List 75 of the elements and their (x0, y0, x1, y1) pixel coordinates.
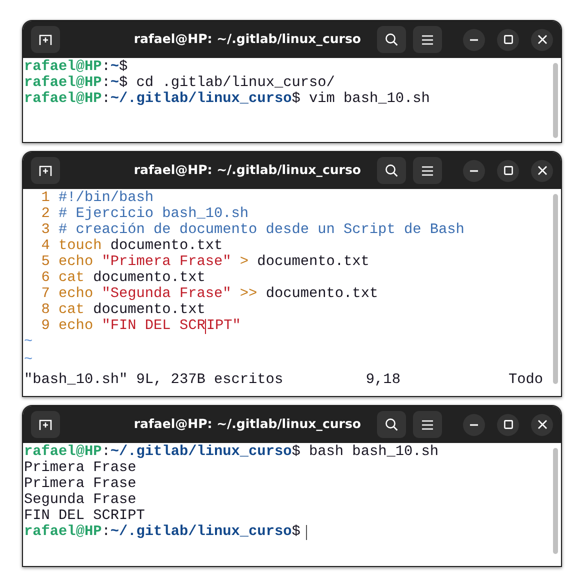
maximize-icon (504, 420, 512, 429)
close-button[interactable] (531, 160, 553, 182)
menu-icon (422, 420, 433, 430)
prompt-line: rafael@HP:~/.gitlab/linux_curso$ bash bash_10.sh (24, 444, 440, 460)
line-number: 6 (40, 270, 50, 286)
line-number: 2 (40, 206, 50, 222)
scrollbar[interactable] (553, 63, 558, 138)
minimize-button[interactable] (463, 160, 485, 182)
maximize-icon (504, 35, 512, 44)
close-icon (538, 35, 546, 44)
prompt-line: rafael@HP:~$ (24, 59, 129, 75)
code-line: # creación de documento desde un Script de Bash (58, 222, 464, 238)
empty-line-marker: ~ (24, 334, 33, 350)
search-icon (385, 418, 398, 431)
search-button[interactable] (377, 157, 406, 184)
new-tab-button[interactable] (31, 411, 60, 438)
code-line: cat documento.txt (58, 270, 206, 286)
window-title: rafael@HP: ~/.gitlab/linux_curso (134, 30, 361, 48)
maximize-icon (504, 166, 512, 175)
new-tab-icon (39, 34, 52, 46)
menu-button[interactable] (413, 157, 442, 184)
search-icon (385, 33, 398, 46)
close-button[interactable] (531, 414, 553, 436)
minimize-button[interactable] (463, 414, 485, 436)
new-tab-button[interactable] (31, 26, 60, 53)
menu-icon (422, 34, 433, 44)
maximize-button[interactable] (497, 28, 519, 50)
code-line: #!/bin/bash (58, 190, 154, 206)
code-line: cat documento.txt (58, 302, 206, 318)
code-line: touch documento.txt (58, 238, 223, 254)
close-icon (538, 420, 546, 429)
menu-button[interactable] (413, 411, 442, 438)
line-number: 8 (40, 302, 50, 318)
code-line: # Ejercicio bash_10.sh (58, 206, 249, 222)
code-line: echo "Segunda Frase" >> documento.txt (58, 286, 378, 302)
code-line: echo "FIN DEL SCR (58, 318, 206, 334)
close-button[interactable] (531, 28, 553, 50)
scrollbar[interactable] (553, 194, 558, 384)
cursor-position: 9,18 (366, 372, 400, 388)
output-line: Primera Frase (24, 460, 138, 476)
output-line: Primera Frase (24, 476, 138, 492)
output-line: FIN DEL SCRIPT (24, 508, 146, 524)
scroll-position: Todo (508, 372, 543, 388)
minimize-icon (470, 424, 478, 426)
prompt-line: rafael@HP:~/.gitlab/linux_curso$ (24, 524, 300, 540)
close-icon (538, 166, 546, 175)
minimize-button[interactable] (463, 28, 485, 50)
maximize-button[interactable] (497, 160, 519, 182)
prompt-line: rafael@HP:~/.gitlab/linux_curso$ vim bash_10.sh (24, 91, 431, 107)
scrollbar[interactable] (553, 448, 558, 554)
empty-line-marker: ~ (24, 352, 33, 368)
new-tab-icon (39, 164, 52, 176)
line-number: 1 (40, 190, 50, 206)
menu-icon (422, 166, 433, 176)
code-line: echo "Primera Frase" > documento.txt (58, 254, 370, 270)
line-number: 7 (40, 286, 50, 302)
minimize-icon (470, 170, 478, 172)
status-message: "bash_10.sh" 9L, 237B escritos (24, 372, 284, 388)
window-title: rafael@HP: ~/.gitlab/linux_curso (134, 161, 361, 180)
search-button[interactable] (377, 26, 406, 53)
search-icon (385, 164, 398, 177)
maximize-button[interactable] (497, 414, 519, 436)
line-number: 5 (40, 254, 50, 270)
line-number: 3 (40, 222, 50, 238)
search-button[interactable] (377, 411, 406, 438)
prompt-line: rafael@HP:~$ cd .gitlab/linux_curso/ (24, 75, 336, 91)
output-line: Segunda Frase (24, 492, 138, 508)
new-tab-button[interactable] (31, 157, 60, 184)
menu-button[interactable] (413, 26, 442, 53)
minimize-icon (470, 38, 478, 40)
window-title: rafael@HP: ~/.gitlab/linux_curso (134, 415, 361, 434)
line-number: 9 (40, 318, 50, 334)
code-line: IPT" (206, 318, 241, 334)
new-tab-icon (39, 418, 52, 430)
line-number: 4 (40, 238, 50, 254)
